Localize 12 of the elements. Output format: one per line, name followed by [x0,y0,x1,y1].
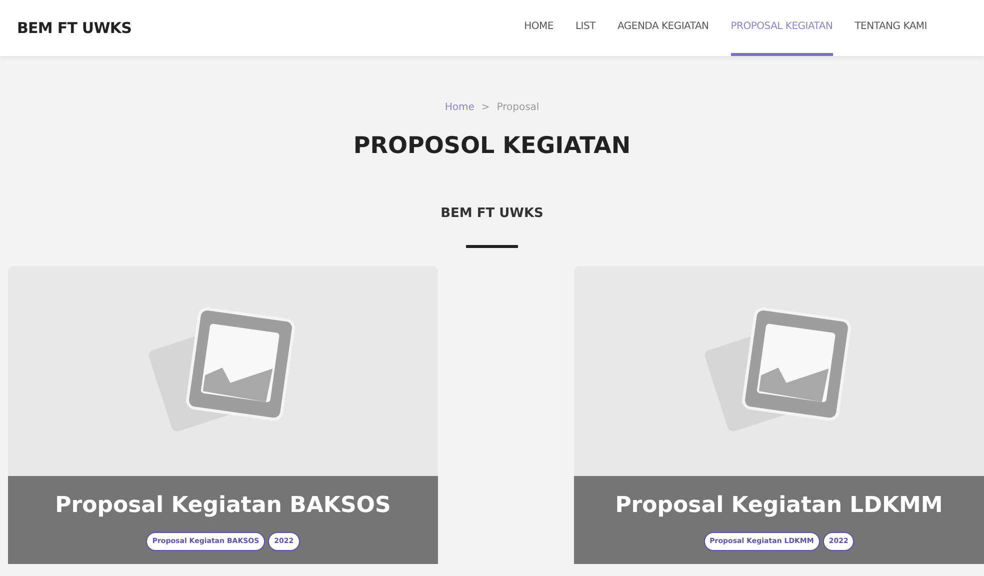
breadcrumb-text: > [481,101,490,115]
nav-link[interactable]: HOME [524,0,554,56]
nav-link[interactable]: TENTANG KAMI [854,0,927,56]
card-title: Proposal Kegiatan BAKSOS [55,492,391,520]
site-logo[interactable]: BEM FT UWKS [17,16,132,40]
card-title: Proposal Kegiatan LDKMM [615,492,943,520]
breadcrumb-text: Proposal [496,101,540,115]
title-underline [466,245,518,248]
page-title: PROPOSOL KEGIATAN [353,132,631,161]
section-subtitle: BEM FT UWKS [440,204,544,222]
nav-link[interactable]: AGENDA KEGIATAN [617,0,709,56]
nav-link[interactable]: LIST [575,0,596,56]
